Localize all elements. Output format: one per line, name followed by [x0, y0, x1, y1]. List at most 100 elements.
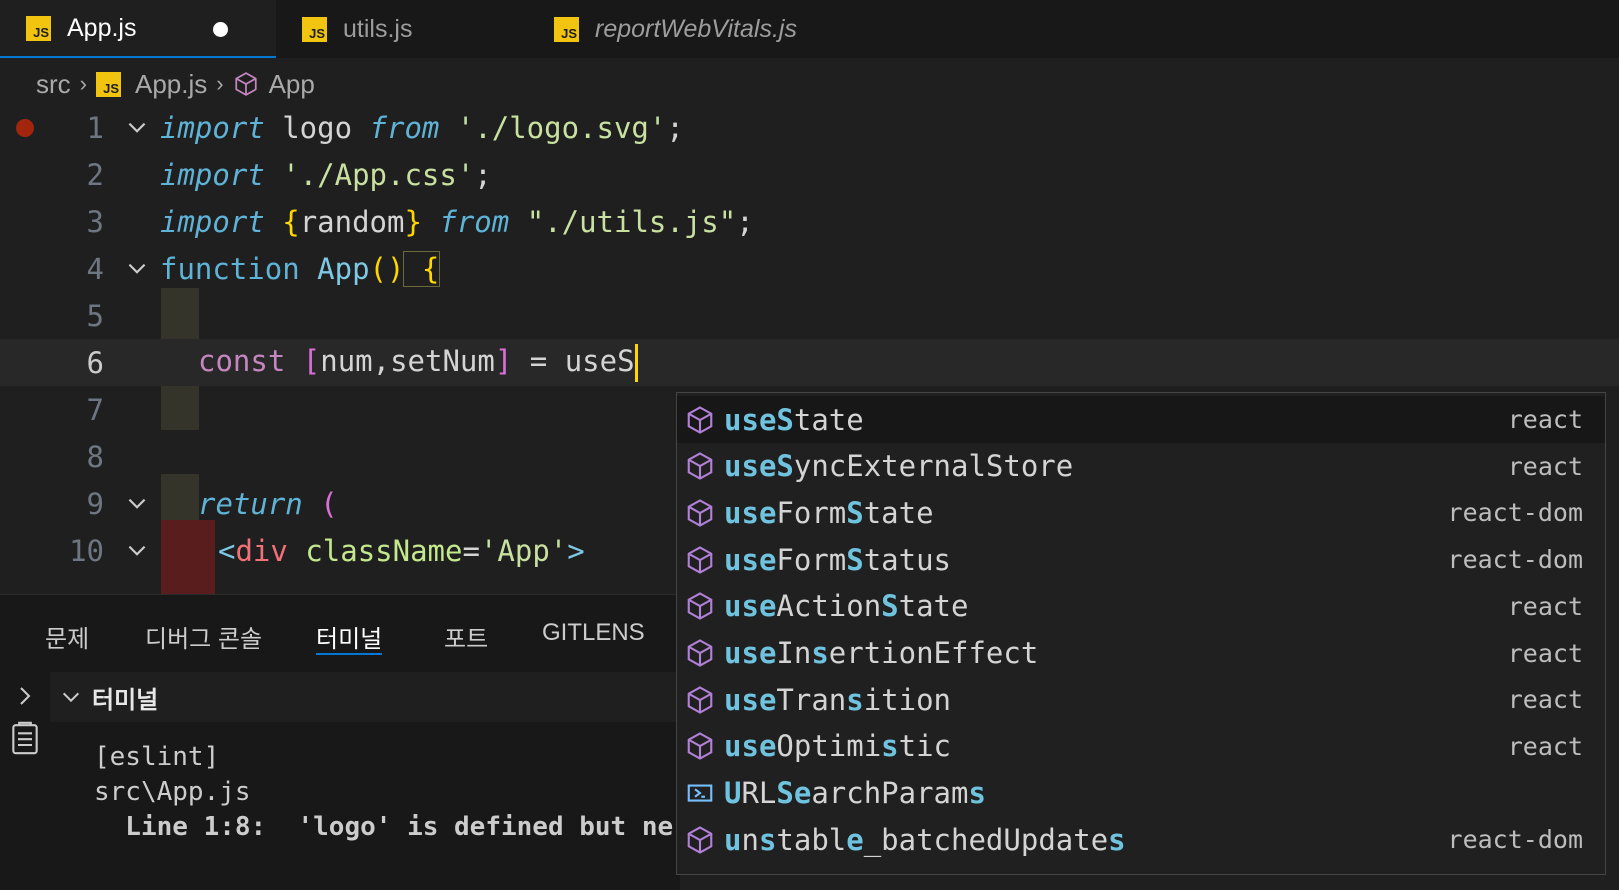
suggestion-source: react-dom	[1447, 545, 1583, 575]
cube-icon	[687, 639, 713, 667]
suggestion-label: useState	[724, 402, 864, 437]
code-text: <div className='App'>	[218, 534, 585, 568]
suggestion-item[interactable]: useState react	[677, 396, 1605, 443]
chevron-right-icon[interactable]	[13, 684, 37, 708]
code-line-current[interactable]: 6 const [num,setNum] = useS	[0, 339, 1619, 386]
suggestion-source: react	[1507, 638, 1583, 668]
panel-tab-ports[interactable]: 포트	[444, 619, 488, 655]
suggestion-source: react	[1507, 591, 1583, 621]
line-number: 3	[86, 204, 104, 239]
code-line[interactable]: 4 function App() {	[0, 245, 1619, 292]
brace: {	[264, 204, 300, 239]
punctuation: ;	[666, 110, 684, 145]
cube-icon	[687, 405, 713, 434]
suggestion-item[interactable]: unstable_batchedUpdates react-dom	[677, 816, 1605, 863]
chevron-right-icon: ›	[216, 71, 224, 96]
panel-tab-problems[interactable]: 문제	[45, 619, 89, 655]
chevron-down-icon[interactable]	[124, 256, 150, 282]
terminal-line: src\App.js	[94, 777, 251, 807]
chevron-down-icon[interactable]	[124, 538, 150, 564]
autocomplete-suggest-widget[interactable]: useState react useSyncExternalStore react us…	[676, 392, 1606, 875]
chevron-down-icon[interactable]	[60, 686, 82, 708]
tab-label: reportWebVitals.js	[595, 14, 797, 43]
cube-icon	[687, 499, 713, 527]
suggestion-source: react	[1507, 451, 1583, 481]
bracket: ]	[494, 343, 513, 378]
panel-tab-terminal[interactable]: 터미널	[316, 619, 383, 655]
line-number: 1	[86, 110, 104, 145]
class-icon	[687, 784, 713, 802]
string-literal: './App.css'	[264, 157, 475, 192]
line-number: 5	[86, 298, 104, 333]
brace: {	[403, 250, 441, 287]
line-number: 9	[86, 486, 104, 521]
unsaved-dot-icon[interactable]	[213, 22, 228, 37]
text-cursor	[634, 343, 638, 382]
terminal-title: 터미널	[92, 686, 159, 714]
suggestion-item[interactable]: URLSearchParams	[677, 770, 1605, 817]
suggestion-label: useFormState	[724, 495, 934, 530]
breadcrumb: src › JS App.js › App	[36, 64, 315, 104]
bracket: [	[285, 343, 321, 378]
editor-tab-bar: JS App.js JS utils.js JS reportWebVitals…	[0, 0, 1619, 58]
code-text: return (	[198, 487, 338, 521]
keyword: import	[160, 204, 265, 239]
parentheses: ()	[369, 251, 405, 286]
keyword: function	[160, 251, 300, 286]
suggestion-item[interactable]: useTransition react	[677, 676, 1605, 723]
chevron-down-icon[interactable]	[124, 491, 150, 517]
string-literal: './logo.svg'	[439, 110, 667, 145]
identifier: random	[299, 204, 405, 239]
breadcrumb-folder[interactable]: src	[36, 69, 71, 100]
code-line[interactable]: 3 import {random} from "./utils.js";	[0, 198, 1619, 245]
identifier: = useS	[512, 343, 635, 378]
terminal-output[interactable]: [eslint] src\App.js Line 1:8: 'logo' is …	[50, 722, 680, 890]
js-file-icon: JS	[26, 15, 51, 41]
line-number: 8	[86, 439, 104, 474]
function-name: App	[299, 251, 370, 286]
punctuation: =	[462, 533, 480, 568]
clipboard-icon[interactable]	[11, 720, 39, 756]
suggestion-label: useSyncExternalStore	[724, 449, 1074, 484]
tab-report-web-vitals[interactable]: JS reportWebVitals.js	[528, 0, 858, 58]
code-line[interactable]: 1 import logo from './logo.svg';	[0, 104, 1619, 151]
code-line[interactable]: 5	[0, 292, 1619, 339]
suggestion-item[interactable]: useSyncExternalStore react	[677, 443, 1605, 490]
panel-tab-debug-console[interactable]: 디버그 콘솔	[145, 619, 262, 655]
suggestion-label: useTransition	[724, 682, 952, 717]
cube-icon	[687, 592, 713, 621]
tab-app-js[interactable]: JS App.js	[0, 0, 276, 58]
string-literal: "./utils.js"	[509, 204, 737, 239]
tab-utils-js[interactable]: JS utils.js	[276, 0, 528, 58]
suggestion-source: react-dom	[1447, 825, 1583, 855]
panel-tab-gitlens[interactable]: GITLENS	[542, 619, 645, 655]
cube-icon	[687, 545, 713, 574]
code-line[interactable]: 2 import './App.css';	[0, 151, 1619, 198]
keyword: import	[160, 157, 265, 192]
suggestion-item[interactable]: useInsertionEffect react	[677, 630, 1605, 677]
suggestion-label: useActionState	[724, 589, 969, 624]
suggestion-item[interactable]: useActionState react	[677, 583, 1605, 630]
suggestion-item[interactable]: useOptimistic react	[677, 723, 1605, 770]
tab-label: utils.js	[343, 14, 413, 43]
cube-icon	[687, 452, 713, 480]
cube-icon	[234, 72, 257, 96]
identifier: num,setNum	[320, 343, 495, 378]
keyword: const	[198, 343, 286, 378]
punctuation: ;	[474, 157, 492, 192]
terminal-section-header[interactable]: 터미널	[50, 672, 680, 722]
breadcrumb-file[interactable]: App.js	[135, 69, 207, 100]
code-text: const [num,setNum] = useS	[198, 343, 638, 382]
panel-sidebar	[0, 672, 50, 890]
punctuation: <	[218, 533, 236, 568]
breadcrumb-symbol[interactable]: App	[269, 69, 315, 100]
code-text: import {random} from "./utils.js";	[160, 205, 754, 239]
identifier: logo	[264, 110, 370, 145]
jsx-attribute: className	[287, 533, 463, 568]
chevron-down-icon[interactable]	[124, 115, 150, 141]
suggestion-label: useOptimistic	[724, 729, 952, 764]
suggestion-item[interactable]: useFormStatus react-dom	[677, 536, 1605, 583]
code-text: function App() {	[160, 250, 441, 287]
suggestion-item[interactable]: useFormState react-dom	[677, 489, 1605, 536]
jsx-tag: div	[235, 533, 288, 568]
